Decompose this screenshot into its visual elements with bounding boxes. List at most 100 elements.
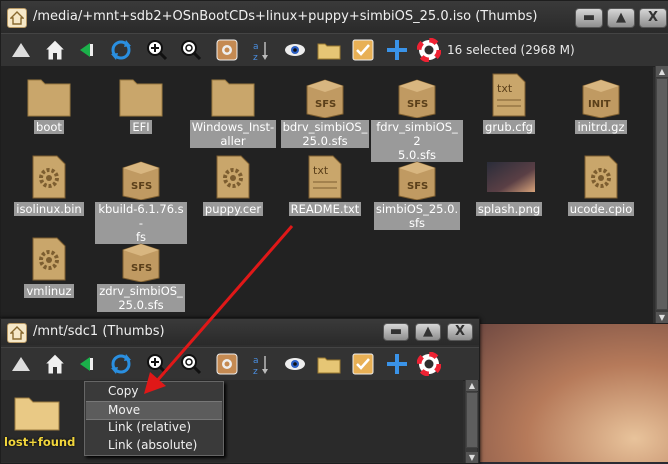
help-lifebuoy-icon[interactable] (417, 38, 441, 62)
scroll-up-arrow-icon[interactable]: ▲ (656, 66, 668, 77)
selection-status: 16 selected (2968 M) (447, 43, 575, 57)
scroll-up-arrow-icon[interactable]: ▲ (466, 380, 478, 391)
minimize-button[interactable]: ▬ (575, 8, 603, 28)
file-view-area[interactable]: boot EFI Windows_Inst-aller SFS bdrv_sim… (1, 66, 653, 323)
context-menu: Copy Move Link (relative) Link (absolute… (84, 381, 224, 456)
file-item-kbuild[interactable]: SFS kbuild-6.1.76.s-fs (95, 154, 187, 244)
file-item-readme[interactable]: txt README.txt (279, 154, 371, 216)
window-title: /media/+mnt+sdb2+OSnBootCDs+linux+puppy+… (33, 9, 538, 24)
sfs-package-icon: SFS (119, 236, 163, 283)
window-title: /mnt/sdc1 (Thumbs) (33, 324, 165, 339)
new-folder-icon[interactable] (317, 352, 341, 376)
close-button[interactable]: X (639, 8, 667, 28)
file-label: vmlinuz (24, 284, 74, 298)
file-item-boot[interactable]: boot (3, 72, 95, 134)
init-package-icon: INIT (579, 72, 623, 119)
file-label: isolinux.bin (14, 202, 84, 216)
zoom-fit-icon[interactable] (179, 38, 203, 62)
up-directory-icon[interactable] (9, 352, 33, 376)
file-label: zdrv_simbiOS_ 25.0.sfs (97, 284, 185, 312)
svg-text:SFS: SFS (407, 99, 428, 110)
back-icon[interactable] (73, 38, 97, 62)
add-plus-icon[interactable] (385, 38, 409, 62)
file-item-isolinux[interactable]: isolinux.bin (3, 154, 95, 216)
file-item-simbios-sfs[interactable]: SFS simbiOS_25.0. sfs (371, 154, 463, 230)
close-button[interactable]: X (447, 323, 473, 341)
zoom-in-icon[interactable] (145, 38, 169, 62)
show-hidden-eye-icon[interactable] (283, 352, 307, 376)
home-folder-icon (7, 323, 27, 343)
add-plus-icon[interactable] (385, 352, 409, 376)
file-label: grub.cfg (483, 120, 535, 134)
file-item-fdrv[interactable]: SFS fdrv_simbiOS_2 5.0.sfs (371, 72, 463, 162)
file-item-ucode-cpio[interactable]: ucode.cpio (555, 154, 647, 216)
svg-text:z: z (253, 367, 258, 375)
back-icon[interactable] (73, 352, 97, 376)
thumbnail-view-icon[interactable] (215, 352, 239, 376)
file-manager-window-main: /media/+mnt+sdb2+OSnBootCDs+linux+puppy+… (0, 0, 668, 324)
refresh-icon[interactable] (109, 352, 133, 376)
select-checkbox-icon[interactable] (351, 352, 375, 376)
sort-icon[interactable]: az (249, 352, 273, 376)
svg-text:SFS: SFS (131, 181, 152, 192)
binary-file-icon (579, 154, 623, 200)
title-bar[interactable]: /mnt/sdc1 (Thumbs) ▬ ▲ X (1, 319, 479, 345)
file-item-zdrv[interactable]: SFS zdrv_simbiOS_ 25.0.sfs (95, 236, 187, 312)
binary-file-icon (27, 236, 71, 282)
menu-item-move[interactable]: Move (86, 401, 222, 420)
file-item-lost-found[interactable]: lost+found (4, 392, 76, 449)
minimize-button[interactable]: ▬ (383, 323, 409, 341)
file-item-initrd[interactable]: INIT initrd.gz (555, 72, 647, 134)
select-checkbox-icon[interactable] (351, 38, 375, 62)
menu-item-link-relative[interactable]: Link (relative) (86, 419, 222, 436)
vertical-scrollbar[interactable]: ▲ ▼ (465, 380, 478, 463)
sort-icon[interactable]: az (249, 38, 273, 62)
file-label: README.txt (288, 202, 362, 216)
file-item-grub-cfg[interactable]: txt grub.cfg (463, 72, 555, 134)
file-label: bdrv_simbiOS_ 25.0.sfs (280, 120, 370, 148)
up-directory-icon[interactable] (9, 38, 33, 62)
help-lifebuoy-icon[interactable] (417, 352, 441, 376)
file-view-area[interactable] (1, 380, 463, 462)
sfs-package-icon: SFS (395, 72, 439, 119)
file-label: Windows_Inst-aller (189, 120, 277, 148)
vertical-scrollbar[interactable]: ▲ ▼ (655, 66, 668, 323)
refresh-icon[interactable] (109, 38, 133, 62)
scroll-down-arrow-icon[interactable]: ▼ (466, 452, 478, 463)
title-bar[interactable]: /media/+mnt+sdb2+OSnBootCDs+linux+puppy+… (1, 1, 668, 33)
file-label: puppy.cer (202, 202, 264, 216)
maximize-button[interactable]: ▲ (607, 8, 635, 28)
zoom-in-icon[interactable] (145, 352, 169, 376)
home-icon[interactable] (43, 352, 67, 376)
file-label: lost+found (4, 435, 76, 449)
scroll-down-arrow-icon[interactable]: ▼ (656, 312, 668, 323)
toolbar: az 16 selected (2968 M) (1, 33, 668, 67)
thumbnail-view-icon[interactable] (215, 38, 239, 62)
folder-icon (27, 72, 71, 118)
file-item-vmlinuz[interactable]: vmlinuz (3, 236, 95, 298)
file-item-windows-installer[interactable]: Windows_Inst-aller (187, 72, 279, 148)
home-icon[interactable] (43, 38, 67, 62)
svg-text:INIT: INIT (588, 99, 611, 110)
text-file-icon: txt (487, 72, 531, 118)
file-label: ucode.cpio (567, 202, 635, 216)
menu-item-copy[interactable]: Copy (86, 383, 222, 400)
svg-text:txt: txt (497, 82, 513, 95)
scroll-thumb[interactable] (466, 392, 478, 448)
file-item-efi[interactable]: EFI (95, 72, 187, 134)
file-item-puppy-cer[interactable]: puppy.cer (187, 154, 279, 216)
zoom-fit-icon[interactable] (179, 352, 203, 376)
folder-icon (211, 72, 255, 118)
maximize-button[interactable]: ▲ (415, 323, 441, 341)
scroll-thumb[interactable] (656, 78, 668, 310)
menu-item-link-absolute[interactable]: Link (absolute) (86, 437, 222, 454)
svg-text:SFS: SFS (315, 99, 336, 110)
file-label: simbiOS_25.0. sfs (373, 202, 461, 230)
svg-text:a: a (253, 356, 259, 366)
file-item-bdrv[interactable]: SFS bdrv_simbiOS_ 25.0.sfs (279, 72, 371, 148)
folder-icon (4, 392, 70, 435)
new-folder-icon[interactable] (317, 38, 341, 62)
file-item-splash-png[interactable]: splash.png (463, 154, 555, 216)
show-hidden-eye-icon[interactable] (283, 38, 307, 62)
file-label: initrd.gz (575, 120, 627, 134)
